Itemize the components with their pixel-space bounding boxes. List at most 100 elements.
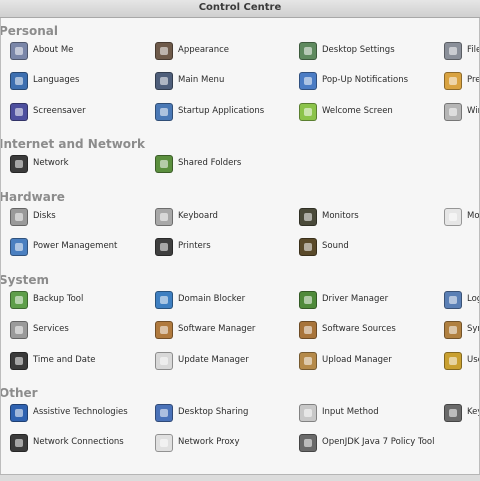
applet-popup-notifications[interactable]: Pop-Up Notifications: [299, 72, 444, 92]
applet-label: Backup Tool: [33, 294, 84, 304]
applet-label: OpenJDK Java 7 Policy Tool: [322, 437, 435, 447]
applet-services[interactable]: Services: [10, 321, 155, 341]
applet-power-management[interactable]: Power Management: [10, 238, 155, 258]
mouse-icon: [444, 208, 462, 226]
applet-preferences[interactable]: Pref: [444, 72, 480, 92]
applet-about-me[interactable]: About Me: [10, 42, 155, 62]
section-heading: Internet and Network: [0, 137, 145, 151]
driver-manager-icon: [299, 291, 317, 309]
applet-languages[interactable]: Languages: [10, 72, 155, 92]
applet-input-method[interactable]: Input Method: [299, 404, 444, 424]
welcome-screen-icon: [299, 103, 317, 121]
upload-manager-icon: [299, 352, 317, 370]
network-proxy-icon: [155, 434, 173, 452]
applet-label: Screensaver: [33, 106, 86, 116]
applet-label: Startup Applications: [178, 106, 265, 116]
monitors-icon: [299, 208, 317, 226]
printers-icon: [155, 238, 173, 256]
applet-label: Software Manager: [178, 324, 256, 334]
applet-software-manager[interactable]: Software Manager: [155, 321, 300, 341]
applet-label: Use: [467, 355, 479, 365]
popup-notifications-icon: [299, 72, 317, 90]
applet-backup-tool[interactable]: Backup Tool: [10, 291, 155, 311]
windows-icon: [444, 103, 462, 121]
input-method-icon: [299, 404, 317, 422]
applet-shared-folders[interactable]: Shared Folders: [155, 155, 300, 175]
applet-disks[interactable]: Disks: [10, 208, 155, 228]
software-manager-icon: [155, 321, 173, 339]
applet-sound[interactable]: Sound: [299, 238, 444, 258]
applet-file[interactable]: File: [444, 42, 480, 62]
applet-welcome-screen[interactable]: Welcome Screen: [299, 103, 444, 123]
applet-label: Desktop Sharing: [178, 407, 249, 417]
applet-java-policy-tool[interactable]: OpenJDK Java 7 Policy Tool: [299, 434, 444, 454]
applet-assistive-technologies[interactable]: Assistive Technologies: [10, 404, 155, 424]
applet-mouse[interactable]: Mou: [444, 208, 480, 228]
applet-label: Languages: [33, 75, 80, 85]
domain-blocker-icon: [155, 291, 173, 309]
keyboard-icon: [155, 208, 173, 226]
applet-desktop-settings[interactable]: Desktop Settings: [299, 42, 444, 62]
applet-label: File: [467, 45, 480, 55]
preferences-icon: [444, 72, 462, 90]
desktop-settings-icon: [299, 42, 317, 60]
applet-domain-blocker[interactable]: Domain Blocker: [155, 291, 300, 311]
desktop-sharing-icon: [155, 404, 173, 422]
applet-label: About Me: [33, 45, 74, 55]
applet-synaptic[interactable]: Syn: [444, 321, 479, 341]
startup-applications-icon: [155, 103, 173, 121]
applet-label: Assistive Technologies: [33, 407, 128, 417]
disks-icon: [10, 208, 28, 226]
users-icon: [444, 352, 462, 370]
applet-label: Network Proxy: [178, 437, 240, 447]
applet-software-sources[interactable]: Software Sources: [299, 321, 444, 341]
appearance-icon: [155, 42, 173, 60]
applet-windows[interactable]: Win: [444, 103, 479, 123]
applet-log[interactable]: Log: [444, 291, 479, 311]
network-connections-icon: [10, 434, 28, 452]
services-icon: [10, 321, 28, 339]
applet-screensaver[interactable]: Screensaver: [10, 103, 155, 123]
applet-printers[interactable]: Printers: [155, 238, 300, 258]
applet-network-connections[interactable]: Network Connections: [10, 434, 155, 454]
applet-network[interactable]: Network: [10, 155, 155, 175]
section-heading: Personal: [0, 24, 58, 38]
applet-label: Monitors: [322, 211, 359, 221]
applet-label: Key: [467, 407, 479, 417]
assistive-technologies-icon: [10, 404, 28, 422]
applet-label: Mou: [467, 211, 480, 221]
applet-label: Pref: [467, 75, 480, 85]
applet-startup-applications[interactable]: Startup Applications: [155, 103, 300, 123]
applet-users[interactable]: Use: [444, 352, 479, 372]
languages-icon: [10, 72, 28, 90]
applet-label: Domain Blocker: [178, 294, 246, 304]
applet-driver-manager[interactable]: Driver Manager: [299, 291, 444, 311]
about-me-icon: [10, 42, 28, 60]
applet-keyring[interactable]: Key: [444, 404, 479, 424]
applet-upload-manager[interactable]: Upload Manager: [299, 352, 444, 372]
applet-appearance[interactable]: Appearance: [155, 42, 300, 62]
applet-main-menu[interactable]: Main Menu: [155, 72, 300, 92]
software-sources-icon: [299, 321, 317, 339]
section-heading: Other: [0, 386, 38, 400]
applet-keyboard[interactable]: Keyboard: [155, 208, 300, 228]
time-and-date-icon: [10, 352, 28, 370]
applet-label: Time and Date: [33, 355, 96, 365]
window-titlebar[interactable]: Control Centre: [0, 0, 480, 18]
applet-label: Update Manager: [178, 355, 249, 365]
section-heading: System: [0, 273, 49, 287]
applet-network-proxy[interactable]: Network Proxy: [155, 434, 300, 454]
applet-update-manager[interactable]: Update Manager: [155, 352, 300, 372]
applet-label: Appearance: [178, 45, 230, 55]
screensaver-icon: [10, 103, 28, 121]
applet-label: Desktop Settings: [322, 45, 395, 55]
applet-label: Main Menu: [178, 75, 225, 85]
applet-label: Input Method: [322, 407, 379, 417]
backup-tool-icon: [10, 291, 28, 309]
applet-label: Keyboard: [178, 211, 218, 221]
network-icon: [10, 155, 28, 173]
applet-desktop-sharing[interactable]: Desktop Sharing: [155, 404, 300, 424]
applet-time-and-date[interactable]: Time and Date: [10, 352, 155, 372]
applet-monitors[interactable]: Monitors: [299, 208, 444, 228]
applet-label: Sound: [322, 241, 349, 251]
